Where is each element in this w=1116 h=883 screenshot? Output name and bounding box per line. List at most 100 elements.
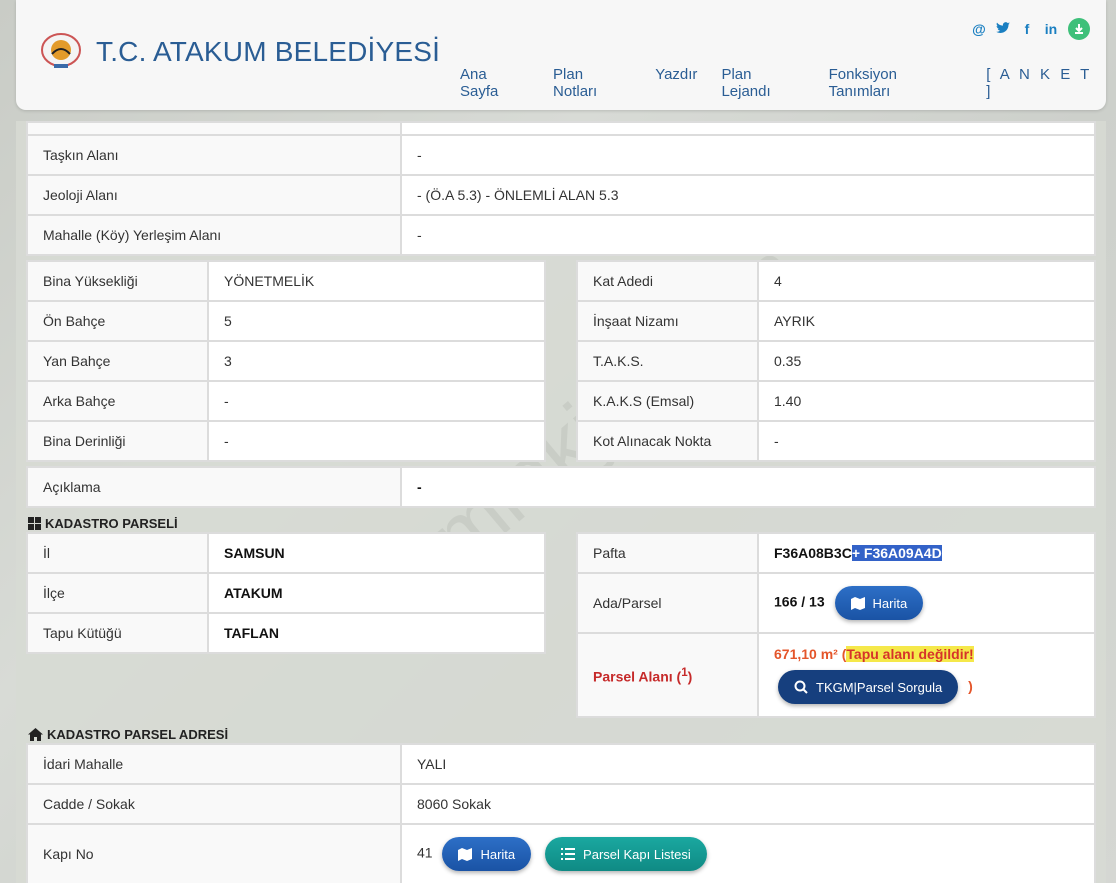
row-value: - (Ö.A 5.3) - ÖNLEMLİ ALAN 5.3	[400, 174, 1096, 216]
site-title[interactable]: T.C. ATAKUM BELEDİYESİ	[96, 36, 440, 68]
row-value: -	[400, 466, 1096, 508]
harita-button[interactable]: Harita	[834, 586, 924, 620]
nav-yazdir[interactable]: Yazdır	[655, 66, 697, 100]
row-value: TAFLAN	[207, 612, 546, 654]
kadastro-right-table: Pafta F36A08B3C+ F36A09A4D Ada/Parsel 16…	[576, 532, 1096, 718]
table-row: Cadde / Sokak 8060 Sokak	[26, 783, 1096, 825]
table-row: Pafta F36A08B3C+ F36A09A4D	[576, 532, 1096, 574]
row-value: 3	[207, 340, 546, 382]
nav-ana-sayfa[interactable]: Ana Sayfa	[460, 66, 529, 100]
table-row: Ada/Parsel 166 / 13 Harita	[576, 572, 1096, 634]
building-right-table: Kat Adedi 4 İnşaat Nizamı AYRIK T.A.K.S. 0.…	[576, 260, 1096, 462]
pafta-extra[interactable]: + F36A09A4D	[851, 545, 942, 561]
table-row: Taşkın Alanı -	[26, 134, 1096, 176]
row-value: SAMSUN	[207, 532, 546, 574]
row-value: YALI	[400, 743, 1096, 785]
table-row: Tapu Kütüğü TAFLAN	[26, 612, 546, 654]
row-label: Cadde / Sokak	[26, 783, 402, 825]
row-value: -	[400, 134, 1096, 176]
row-label: İl	[26, 532, 209, 574]
row-value: 0.35	[757, 340, 1096, 382]
table-row: Yan Bahçe 3	[26, 340, 546, 382]
table-row: T.A.K.S. 0.35	[576, 340, 1096, 382]
nav-plan-lejandi[interactable]: Plan Lejandı	[721, 66, 804, 100]
table-row: Bina Yüksekliği YÖNETMELİK	[26, 260, 546, 302]
aciklama-table: Açıklama -	[26, 466, 1096, 508]
kapi-no-value: 41 Harita Parsel Kapı Listesi	[400, 823, 1096, 883]
row-value: -	[207, 420, 546, 462]
row-label: T.A.K.S.	[576, 340, 759, 382]
row-value: -	[757, 420, 1096, 462]
home-icon	[28, 728, 43, 741]
row-label: K.A.K.S (Emsal)	[576, 380, 759, 422]
building-left-table: Bina Yüksekliği YÖNETMELİK Ön Bahçe 5 Yan …	[26, 260, 546, 462]
table-row: İl SAMSUN	[26, 532, 546, 574]
row-value: AYRIK	[757, 300, 1096, 342]
parsel-kapi-listesi-button[interactable]: Parsel Kapı Listesi	[545, 837, 707, 871]
table-row: Kapı No 41 Harita Parsel Kapı Listesi	[26, 823, 1096, 883]
row-label: Pafta	[576, 532, 759, 574]
table-row: İlçe ATAKUM	[26, 572, 546, 614]
parsel-alani-value: 671,10 m² (Tapu alanı değildir! TKGM|Par…	[757, 632, 1096, 718]
row-label: Kat Adedi	[576, 260, 759, 302]
main-content: emlakjet.com Taşkın Alanı - Jeoloji Alan…	[16, 121, 1106, 883]
row-label: Bina Derinliği	[26, 420, 209, 462]
row-label: Ön Bahçe	[26, 300, 209, 342]
row-label: Mahalle (Köy) Yerleşim Alanı	[26, 214, 402, 256]
social-links: @ f in	[972, 18, 1090, 40]
email-icon[interactable]: @	[972, 21, 986, 37]
section-kadastro-title: KADASTRO PARSELİ	[28, 516, 178, 531]
nav-plan-notlari[interactable]: Plan Notları	[553, 66, 631, 100]
search-icon	[794, 680, 808, 694]
row-value: 8060 Sokak	[400, 783, 1096, 825]
table-row: Parsel Alanı (1) 671,10 m² (Tapu alanı d…	[576, 632, 1096, 718]
table-row: K.A.K.S (Emsal) 1.40	[576, 380, 1096, 422]
table-row: Kat Adedi 4	[576, 260, 1096, 302]
table-row: Açıklama -	[26, 466, 1096, 508]
row-label: Arka Bahçe	[26, 380, 209, 422]
table-row: Mahalle (Köy) Yerleşim Alanı -	[26, 214, 1096, 256]
row-label: Açıklama	[26, 466, 402, 508]
site-header: T.C. ATAKUM BELEDİYESİ @ f in Ana Sayfa …	[16, 0, 1106, 110]
nav-fonksiyon-tanimlari[interactable]: Fonksiyon Tanımları	[829, 66, 963, 100]
pafta-value: F36A08B3C+ F36A09A4D	[757, 532, 1096, 574]
info-table: Taşkın Alanı - Jeoloji Alanı - (Ö.A 5.3)…	[26, 134, 1096, 256]
row-value: ATAKUM	[207, 572, 546, 614]
grid-icon	[28, 517, 41, 530]
section-adres-title: KADASTRO PARSEL ADRESİ	[28, 727, 228, 742]
linkedin-icon[interactable]: in	[1044, 21, 1058, 37]
row-value: 4	[757, 260, 1096, 302]
municipality-logo[interactable]	[40, 32, 82, 70]
row-label: Yan Bahçe	[26, 340, 209, 382]
row-value: YÖNETMELİK	[207, 260, 546, 302]
tkgm-parsel-sorgula-button[interactable]: TKGM|Parsel Sorgula	[778, 670, 959, 704]
table-row: İdari Mahalle YALI	[26, 743, 1096, 785]
ada-parsel-value: 166 / 13 Harita	[757, 572, 1096, 634]
table-row: Kot Alınacak Nokta -	[576, 420, 1096, 462]
tapu-warning: Tapu alanı değildir!	[846, 646, 974, 662]
table-row: İnşaat Nizamı AYRIK	[576, 300, 1096, 342]
facebook-icon[interactable]: f	[1020, 21, 1034, 37]
kapi-harita-button[interactable]: Harita	[442, 837, 532, 871]
row-value: 5	[207, 300, 546, 342]
row-label: Ada/Parsel	[576, 572, 759, 634]
row-value: -	[400, 214, 1096, 256]
row-label: Taşkın Alanı	[26, 134, 402, 176]
adres-table: İdari Mahalle YALI Cadde / Sokak 8060 Soka…	[26, 743, 1096, 883]
row-label: İlçe	[26, 572, 209, 614]
row-label: İnşaat Nizamı	[576, 300, 759, 342]
main-nav: Ana Sayfa Plan Notları Yazdır Plan Lejan…	[460, 66, 1106, 100]
download-icon[interactable]	[1068, 18, 1090, 40]
twitter-icon[interactable]	[996, 21, 1010, 37]
table-row: Jeoloji Alanı - (Ö.A 5.3) - ÖNLEMLİ ALAN…	[26, 174, 1096, 216]
row-value: -	[207, 380, 546, 422]
row-label: Kot Alınacak Nokta	[576, 420, 759, 462]
nav-anket[interactable]: [ A N K E T ]	[986, 66, 1106, 100]
map-icon	[458, 847, 473, 861]
parsel-alani-label: Parsel Alanı (1)	[576, 632, 759, 718]
row-label: İdari Mahalle	[26, 743, 402, 785]
row-label: Tapu Kütüğü	[26, 612, 209, 654]
row-label: Bina Yüksekliği	[26, 260, 209, 302]
row-label: Jeoloji Alanı	[26, 174, 402, 216]
map-icon	[850, 596, 865, 610]
